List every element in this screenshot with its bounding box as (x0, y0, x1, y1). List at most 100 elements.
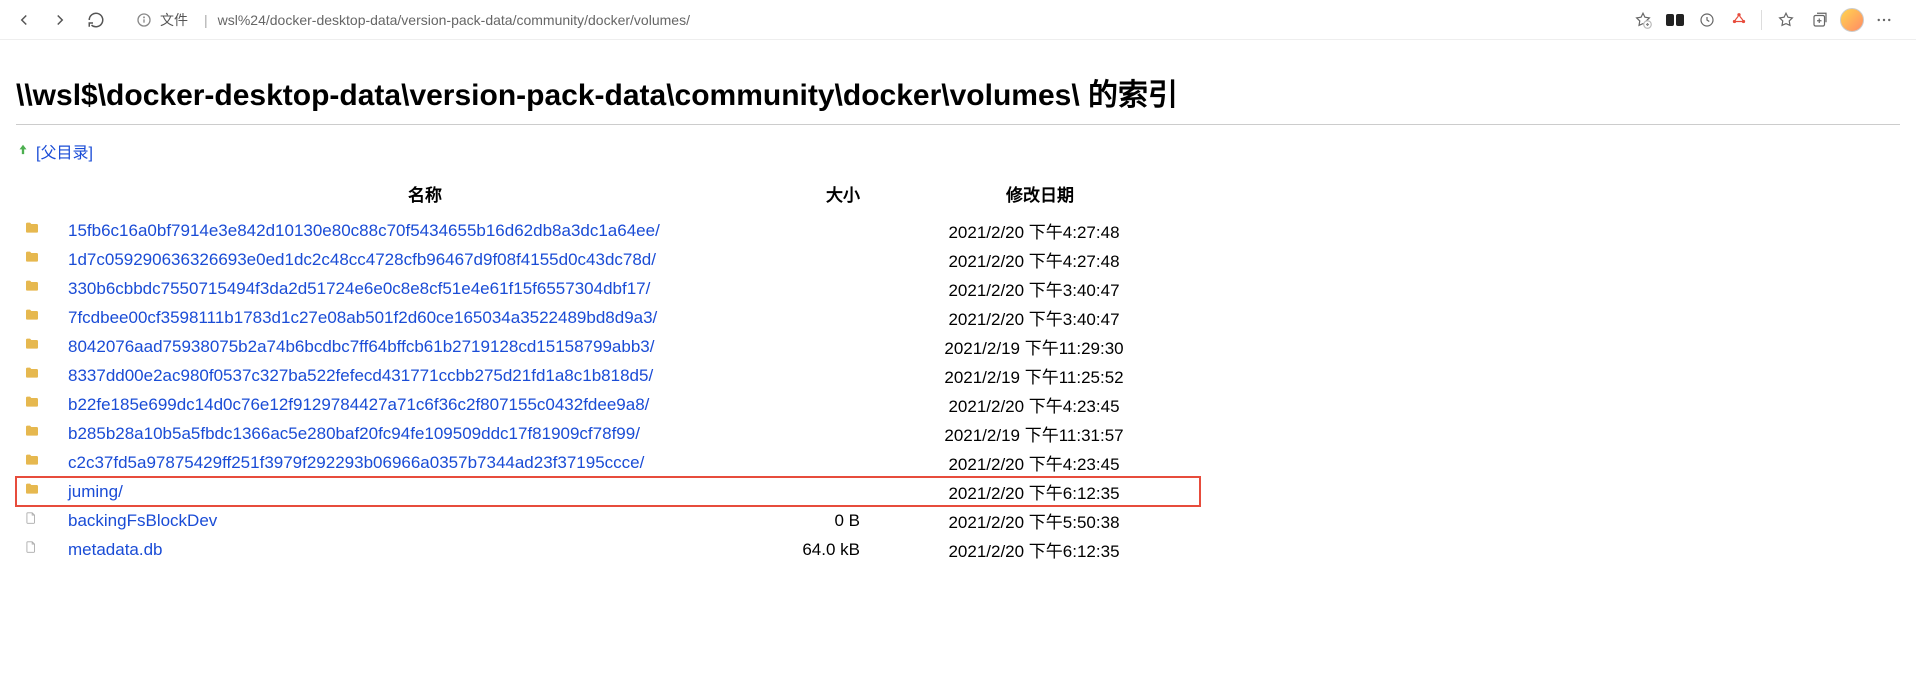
entry-name-cell: 7fcdbee00cf3598111b1783d1c27e08ab501f2d6… (60, 303, 780, 332)
table-row: 7fcdbee00cf3598111b1783d1c27e08ab501f2d6… (16, 303, 1200, 332)
entry-name-cell: metadata.db (60, 535, 780, 564)
folder-icon (16, 361, 60, 390)
table-row: b22fe185e699dc14d0c76e12f9129784427a71c6… (16, 390, 1200, 419)
folder-icon (16, 245, 60, 274)
extension-icon-3[interactable] (1725, 6, 1753, 34)
header-name: 名称 (60, 175, 780, 216)
info-icon (136, 12, 152, 28)
table-row: 330b6cbbdc7550715494f3da2d51724e6e0c8e8c… (16, 274, 1200, 303)
entry-link[interactable]: 8337dd00e2ac980f0537c327ba522fefecd43177… (68, 366, 653, 385)
entry-link[interactable]: c2c37fd5a97875429ff251f3979f292293b06966… (68, 453, 644, 472)
folder-icon (16, 390, 60, 419)
entry-date: 2021/2/20 下午4:27:48 (880, 245, 1200, 274)
extension-icon-2[interactable] (1691, 4, 1723, 36)
entry-date: 2021/2/20 下午4:27:48 (880, 216, 1200, 245)
entry-link[interactable]: 15fb6c16a0bf7914e3e842d10130e80c88c70f54… (68, 221, 660, 240)
header-icon (16, 175, 60, 216)
back-button[interactable] (8, 4, 40, 36)
entry-date: 2021/2/19 下午11:25:52 (880, 361, 1200, 390)
entry-size (780, 216, 880, 245)
entry-date: 2021/2/20 下午3:40:47 (880, 303, 1200, 332)
collections-icon[interactable] (1804, 4, 1836, 36)
table-row: juming/2021/2/20 下午6:12:35 (16, 477, 1200, 506)
entry-link[interactable]: b285b28a10b5a5fbdc1366ac5e280baf20fc94fe… (68, 424, 640, 443)
table-header-row: 名称 大小 修改日期 (16, 175, 1200, 216)
entry-link[interactable]: backingFsBlockDev (68, 511, 217, 530)
entry-size (780, 390, 880, 419)
profile-avatar[interactable] (1838, 6, 1866, 34)
folder-icon (16, 448, 60, 477)
table-row: 8337dd00e2ac980f0537c327ba522fefecd43177… (16, 361, 1200, 390)
entry-size (780, 332, 880, 361)
table-row: metadata.db 64.0 kB2021/2/20 下午6:12:35 (16, 535, 1200, 564)
table-row: 1d7c059290636326693e0ed1dc2c48cc4728cfb9… (16, 245, 1200, 274)
refresh-button[interactable] (80, 4, 112, 36)
entry-link[interactable]: juming/ (68, 482, 123, 501)
entry-link[interactable]: 1d7c059290636326693e0ed1dc2c48cc4728cfb9… (68, 250, 656, 269)
entry-size (780, 303, 880, 332)
entry-link[interactable]: 330b6cbbdc7550715494f3da2d51724e6e0c8e8c… (68, 279, 650, 298)
folder-icon (16, 216, 60, 245)
page-content: \\wsl$\docker-desktop-data\version-pack-… (0, 40, 1916, 588)
entry-name-cell: b285b28a10b5a5fbdc1366ac5e280baf20fc94fe… (60, 419, 780, 448)
table-row: backingFsBlockDev0 B2021/2/20 下午5:50:38 (16, 506, 1200, 535)
entry-name-cell: 8337dd00e2ac980f0537c327ba522fefecd43177… (60, 361, 780, 390)
entry-date: 2021/2/20 下午5:50:38 (880, 506, 1200, 535)
header-date: 修改日期 (880, 175, 1200, 216)
extension-icon-1[interactable] (1661, 6, 1689, 34)
url-scheme-label: 文件 (160, 10, 188, 30)
entry-size (780, 245, 880, 274)
entry-date: 2021/2/20 下午3:40:47 (880, 274, 1200, 303)
directory-listing: 名称 大小 修改日期 15fb6c16a0bf7914e3e842d10130e… (16, 175, 1200, 564)
table-row: 15fb6c16a0bf7914e3e842d10130e80c88c70f54… (16, 216, 1200, 245)
folder-icon (16, 477, 60, 506)
table-row: b285b28a10b5a5fbdc1366ac5e280baf20fc94fe… (16, 419, 1200, 448)
entry-link[interactable]: 8042076aad75938075b2a74b6bcdbc7ff64bffcb… (68, 337, 654, 356)
favorites-icon[interactable] (1770, 4, 1802, 36)
more-menu-icon[interactable] (1868, 4, 1900, 36)
table-row: 8042076aad75938075b2a74b6bcdbc7ff64bffcb… (16, 332, 1200, 361)
entry-name-cell: 15fb6c16a0bf7914e3e842d10130e80c88c70f54… (60, 216, 780, 245)
forward-button[interactable] (44, 4, 76, 36)
url-text: wsl%24/docker-desktop-data/version-pack-… (218, 12, 690, 28)
entry-date: 2021/2/20 下午6:12:35 (880, 477, 1200, 506)
entry-link[interactable]: b22fe185e699dc14d0c76e12f9129784427a71c6… (68, 395, 649, 414)
entry-name-cell: 8042076aad75938075b2a74b6bcdbc7ff64bffcb… (60, 332, 780, 361)
entry-link[interactable]: 7fcdbee00cf3598111b1783d1c27e08ab501f2d6… (68, 308, 657, 327)
parent-directory-link[interactable]: [父目录] (36, 139, 93, 163)
folder-icon (16, 274, 60, 303)
entry-date: 2021/2/20 下午6:12:35 (880, 535, 1200, 564)
entry-name-cell: b22fe185e699dc14d0c76e12f9129784427a71c6… (60, 390, 780, 419)
toolbar-right (1627, 4, 1908, 36)
header-size: 大小 (780, 175, 880, 216)
folder-icon (16, 332, 60, 361)
entry-size (780, 419, 880, 448)
entry-name-cell: juming/ (60, 477, 780, 506)
page-title: \\wsl$\docker-desktop-data\version-pack-… (16, 52, 1900, 125)
entry-link[interactable]: metadata.db (68, 540, 163, 559)
entry-date: 2021/2/20 下午4:23:45 (880, 390, 1200, 419)
entry-date: 2021/2/20 下午4:23:45 (880, 448, 1200, 477)
favorite-add-icon[interactable] (1627, 4, 1659, 36)
entry-name-cell: 1d7c059290636326693e0ed1dc2c48cc4728cfb9… (60, 245, 780, 274)
entry-date: 2021/2/19 下午11:31:57 (880, 419, 1200, 448)
entry-size (780, 448, 880, 477)
file-icon (16, 506, 60, 535)
folder-icon (16, 303, 60, 332)
file-icon (16, 535, 60, 564)
entry-name-cell: 330b6cbbdc7550715494f3da2d51724e6e0c8e8c… (60, 274, 780, 303)
parent-directory-row: [父目录] (16, 135, 1900, 175)
browser-toolbar: 文件 | wsl%24/docker-desktop-data/version-… (0, 0, 1916, 40)
table-row: c2c37fd5a97875429ff251f3979f292293b06966… (16, 448, 1200, 477)
entry-size (780, 477, 880, 506)
entry-size (780, 274, 880, 303)
entry-size: 64.0 kB (780, 535, 880, 564)
toolbar-separator (1761, 10, 1762, 30)
url-separator: | (204, 12, 208, 28)
folder-icon (16, 419, 60, 448)
entry-size (780, 361, 880, 390)
address-bar[interactable]: 文件 | wsl%24/docker-desktop-data/version-… (124, 5, 1615, 35)
up-folder-icon (16, 143, 30, 160)
entry-name-cell: backingFsBlockDev (60, 506, 780, 535)
entry-name-cell: c2c37fd5a97875429ff251f3979f292293b06966… (60, 448, 780, 477)
